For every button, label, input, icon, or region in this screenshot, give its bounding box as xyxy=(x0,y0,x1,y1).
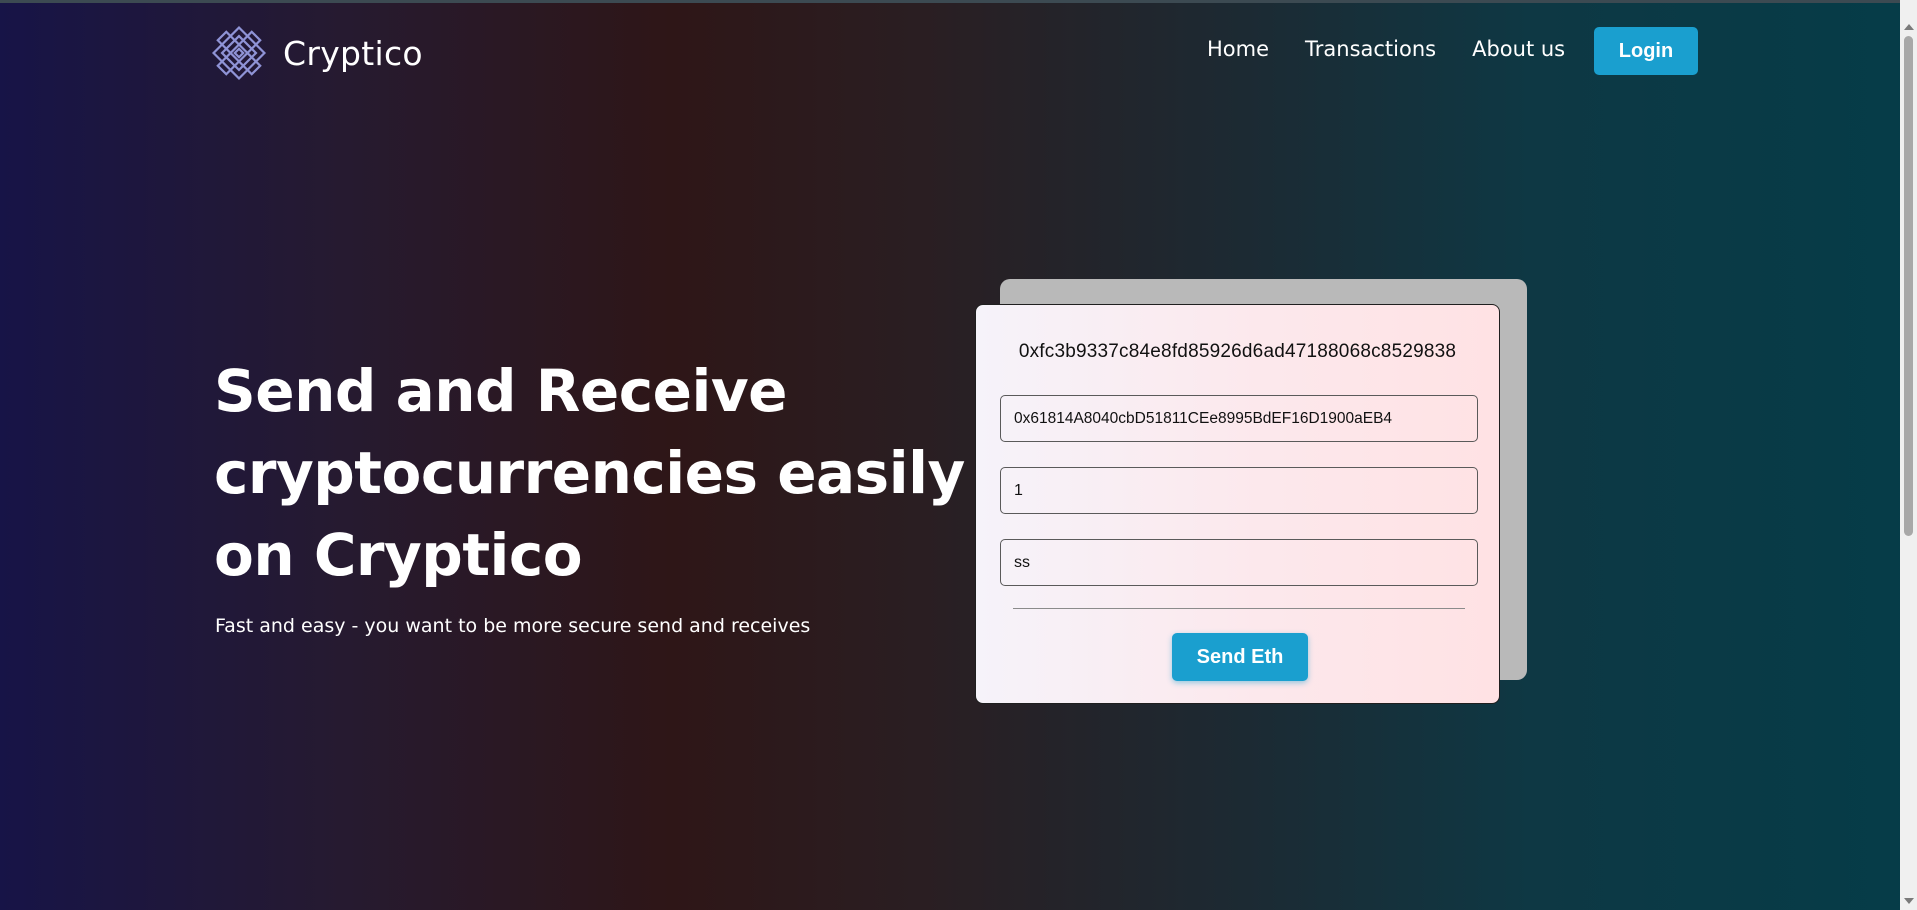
address-to-input[interactable] xyxy=(1000,395,1478,442)
form-divider xyxy=(1013,608,1465,609)
scroll-up-icon[interactable] xyxy=(1904,24,1914,30)
nav-links: Home Transactions About us xyxy=(1207,37,1601,61)
message-input[interactable] xyxy=(1000,539,1478,586)
login-button[interactable]: Login xyxy=(1594,27,1698,75)
nav-item-transactions[interactable]: Transactions xyxy=(1305,37,1436,61)
send-eth-form: 0xfc3b9337c84e8fd85926d6ad47188068c85298… xyxy=(975,304,1500,704)
hero-subtitle: Fast and easy - you want to be more secu… xyxy=(215,615,811,637)
send-eth-button[interactable]: Send Eth xyxy=(1172,633,1308,681)
brand-logo[interactable]: Cryptico xyxy=(206,20,423,86)
vertical-scrollbar[interactable] xyxy=(1900,0,1917,910)
knot-icon xyxy=(211,25,267,81)
brand-name: Cryptico xyxy=(283,33,423,73)
hero-title: Send and Receive cryptocurrencies easily… xyxy=(214,357,965,589)
nav-item-about-us[interactable]: About us xyxy=(1472,37,1565,61)
amount-input[interactable] xyxy=(1000,467,1478,514)
navbar: Cryptico Home Transactions About us Logi… xyxy=(0,0,1900,100)
nav-item-home[interactable]: Home xyxy=(1207,37,1269,61)
connected-wallet-address: 0xfc3b9337c84e8fd85926d6ad47188068c85298… xyxy=(1018,341,1457,362)
scrollbar-thumb[interactable] xyxy=(1904,36,1913,536)
scroll-down-icon[interactable] xyxy=(1904,898,1914,904)
